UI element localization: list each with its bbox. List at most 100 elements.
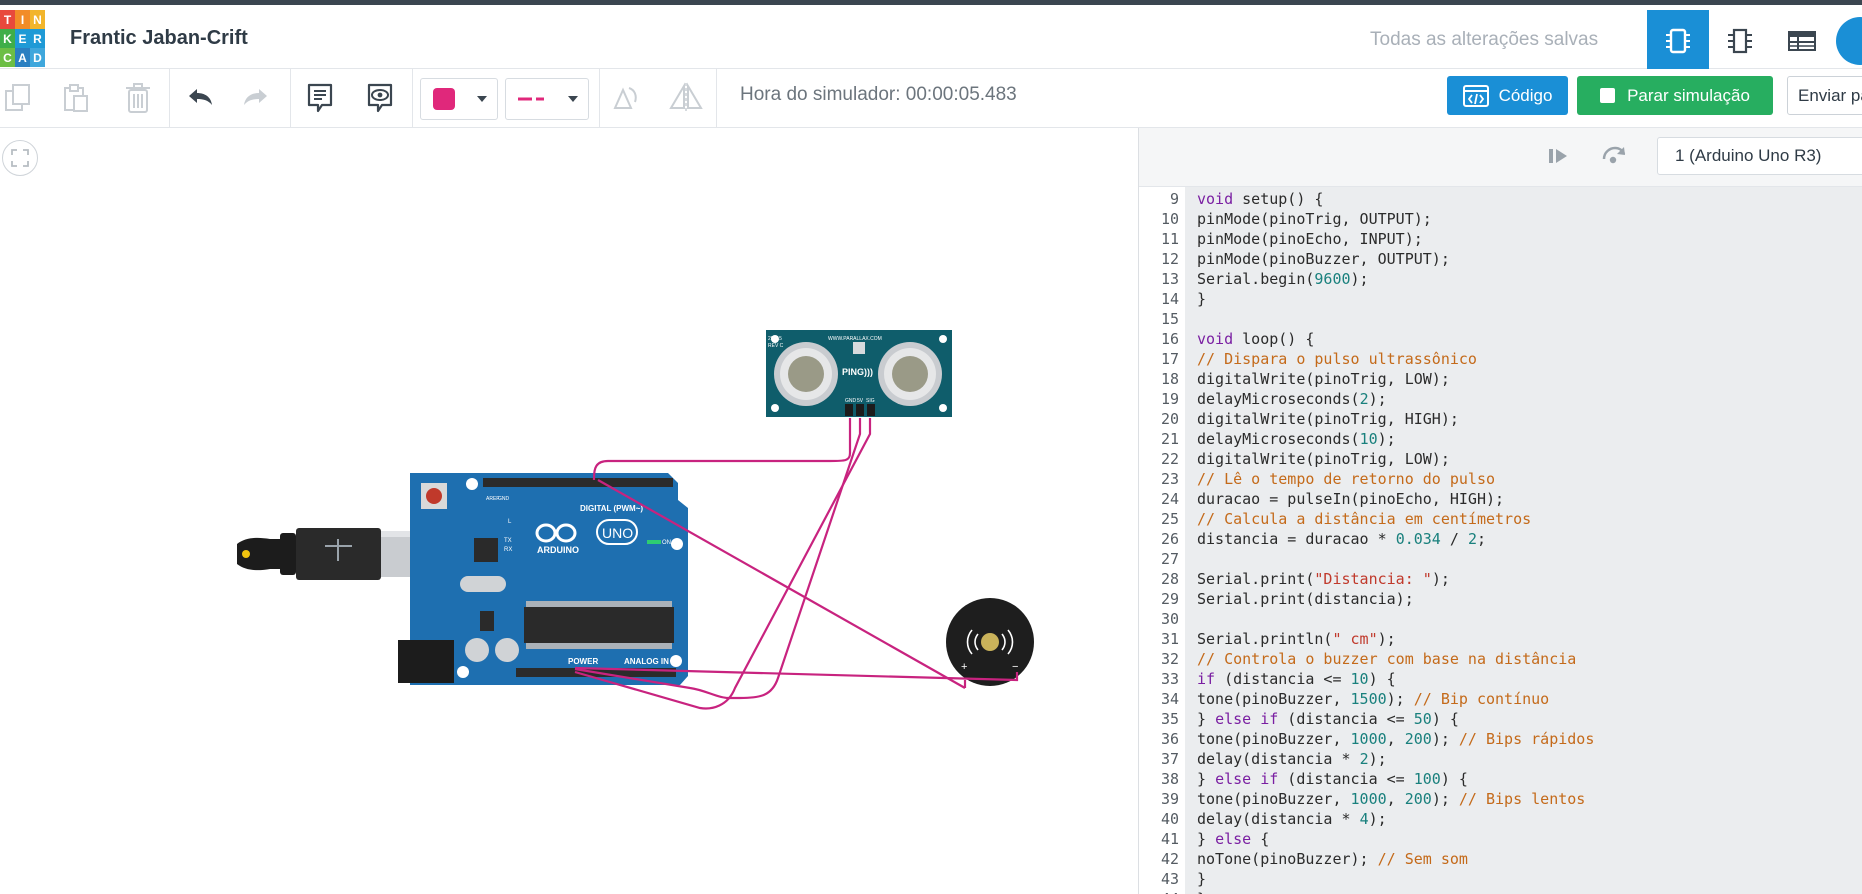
circuit-canvas[interactable]: DIGITAL (PWM~) ARDUINO UNO POWER ANALOG … — [0, 128, 1138, 894]
line-number: 41 — [1160, 830, 1179, 848]
line-number: 13 — [1160, 270, 1179, 288]
code-token: // Bips lentos — [1458, 790, 1586, 808]
tinkercad-logo[interactable]: TINKERCAD — [0, 10, 45, 67]
components-list-icon[interactable] — [1771, 10, 1833, 72]
code-line: } — [1197, 289, 1206, 309]
code-token: " cm" — [1332, 630, 1378, 648]
code-editor[interactable]: 9 10 11 12 13 14 15 16 17 18 19 20 21 22 23 24 25 26 27 28 2… — [1139, 187, 1862, 894]
sensor-pin-gnd: GND — [845, 398, 857, 404]
code-token: } — [1197, 830, 1216, 848]
stop-simulation-button[interactable]: Parar simulação — [1577, 76, 1773, 115]
code-token: 200 — [1404, 790, 1432, 808]
code-line: tone(pinoBuzzer, 1500); // Bip contínuo — [1197, 689, 1549, 709]
code-text-area[interactable]: void setup() {pinMode(pinoTrig, OUTPUT);… — [1185, 187, 1862, 894]
code-token: (distancia <= — [1215, 670, 1351, 688]
code-token: duracao = pulseIn(pinoEcho, HIGH); — [1197, 490, 1505, 508]
code-token: // Calcula a distância em centímetros — [1197, 510, 1532, 528]
line-number: 16 — [1160, 330, 1179, 348]
code-token: ); — [1377, 430, 1396, 448]
user-avatar[interactable] — [1836, 17, 1862, 65]
line-number-gutter: 9 10 11 12 13 14 15 16 17 18 19 20 21 22 23 24 25 26 27 28 2… — [1139, 187, 1185, 894]
code-line: delay(distancia * 4); — [1197, 809, 1387, 829]
code-token: // Lê o tempo de retorno do pulso — [1197, 470, 1496, 488]
code-line: Serial.print(distancia); — [1197, 589, 1414, 609]
arduino-power-label: POWER — [568, 657, 598, 666]
code-token: Serial.print( — [1197, 570, 1315, 588]
delete-icon[interactable] — [120, 79, 156, 117]
code-token: } — [1197, 890, 1206, 894]
line-number: 29 — [1160, 590, 1179, 608]
piezo-buzzer[interactable]: + − — [946, 598, 1034, 686]
circuit-view-icon[interactable] — [1647, 10, 1709, 72]
code-line: // Calcula a distância em centímetros — [1197, 509, 1531, 529]
svg-text:−: − — [1012, 661, 1018, 673]
code-token: 200 — [1404, 730, 1432, 748]
code-line: delayMicroseconds(10); — [1197, 429, 1396, 449]
line-number: 26 — [1160, 530, 1179, 548]
code-token: "Distancia: " — [1314, 570, 1432, 588]
code-token: delay(distancia * — [1197, 810, 1360, 828]
line-number: 36 — [1160, 730, 1179, 748]
line-number: 37 — [1160, 750, 1179, 768]
line-number: 31 — [1160, 630, 1179, 648]
code-token: ) { — [1440, 770, 1468, 788]
code-line: void loop() { — [1197, 329, 1314, 349]
code-token: (distancia <= — [1278, 770, 1414, 788]
code-token: ) { — [1368, 670, 1396, 688]
code-line: tone(pinoBuzzer, 1000, 200); // Bips len… — [1197, 789, 1585, 809]
line-number: 43 — [1160, 870, 1179, 888]
line-number: 21 — [1160, 430, 1179, 448]
code-token: ); — [1368, 750, 1387, 768]
arduino-uno-board[interactable] — [398, 473, 688, 685]
undo-icon[interactable] — [182, 79, 218, 117]
redo-icon[interactable] — [238, 79, 274, 117]
code-token: ); — [1431, 790, 1459, 808]
code-line: } — [1197, 869, 1206, 889]
line-number: 34 — [1160, 690, 1179, 708]
line-number: 27 — [1160, 550, 1179, 568]
arduino-analog-label: ANALOG IN — [624, 657, 669, 666]
code-line: // Lê o tempo de retorno do pulso — [1197, 469, 1495, 489]
code-token: else if — [1215, 710, 1279, 728]
code-token: setup() { — [1233, 190, 1324, 208]
logo-letter: I — [15, 10, 30, 29]
code-token: 100 — [1413, 770, 1441, 788]
schematic-view-icon[interactable] — [1709, 10, 1771, 72]
project-title[interactable]: Frantic Jaban-Crift — [70, 27, 248, 50]
arduino-gnd-label: GND — [498, 496, 510, 502]
code-panel: 1 (Arduino Uno R3) 9 10 11 12 13 14 15 16 17 18 19… — [1138, 128, 1862, 894]
line-number: 28 — [1160, 570, 1179, 588]
rotate-icon[interactable] — [606, 79, 642, 117]
code-token: pinMode(pinoEcho, INPUT); — [1197, 230, 1423, 248]
line-number: 44 — [1139, 889, 1179, 894]
svg-text:+: + — [961, 661, 967, 673]
step-icon[interactable] — [1545, 145, 1571, 172]
code-token: } — [1197, 870, 1207, 888]
restart-icon[interactable] — [1599, 144, 1627, 173]
copy-icon[interactable] — [0, 79, 36, 117]
color-picker[interactable] — [420, 78, 498, 120]
visibility-icon[interactable] — [362, 79, 398, 117]
simulator-time: Hora do simulador: 00:00:05.483 — [740, 84, 1017, 105]
notes-icon[interactable] — [302, 79, 338, 117]
line-number: 33 — [1160, 670, 1179, 688]
code-token: digitalWrite(pinoTrig, HIGH); — [1197, 410, 1459, 428]
line-style-picker[interactable] — [505, 78, 589, 120]
code-button[interactable]: Código — [1447, 76, 1568, 115]
code-token: delayMicroseconds( — [1197, 430, 1360, 448]
sensor-brand-label: WWW.PARALLAX.COM — [828, 336, 882, 342]
code-token: distancia = duracao * — [1197, 530, 1396, 548]
code-line: digitalWrite(pinoTrig, LOW); — [1197, 449, 1450, 469]
line-number: 35 — [1160, 710, 1179, 728]
logo-letter: A — [15, 48, 30, 67]
device-select[interactable]: 1 (Arduino Uno R3) — [1657, 137, 1862, 175]
logo-letter: N — [30, 10, 45, 29]
stop-icon — [1600, 88, 1616, 103]
code-line: Serial.println(" cm"); — [1197, 629, 1396, 649]
line-number: 10 — [1160, 210, 1179, 228]
send-button[interactable]: Enviar pa — [1787, 76, 1862, 115]
code-line: distancia = duracao * 0.034 / 2; — [1197, 529, 1486, 549]
flip-icon[interactable] — [666, 79, 706, 117]
paste-icon[interactable] — [58, 79, 94, 117]
arduino-brand-label: ARDUINO — [537, 545, 579, 555]
